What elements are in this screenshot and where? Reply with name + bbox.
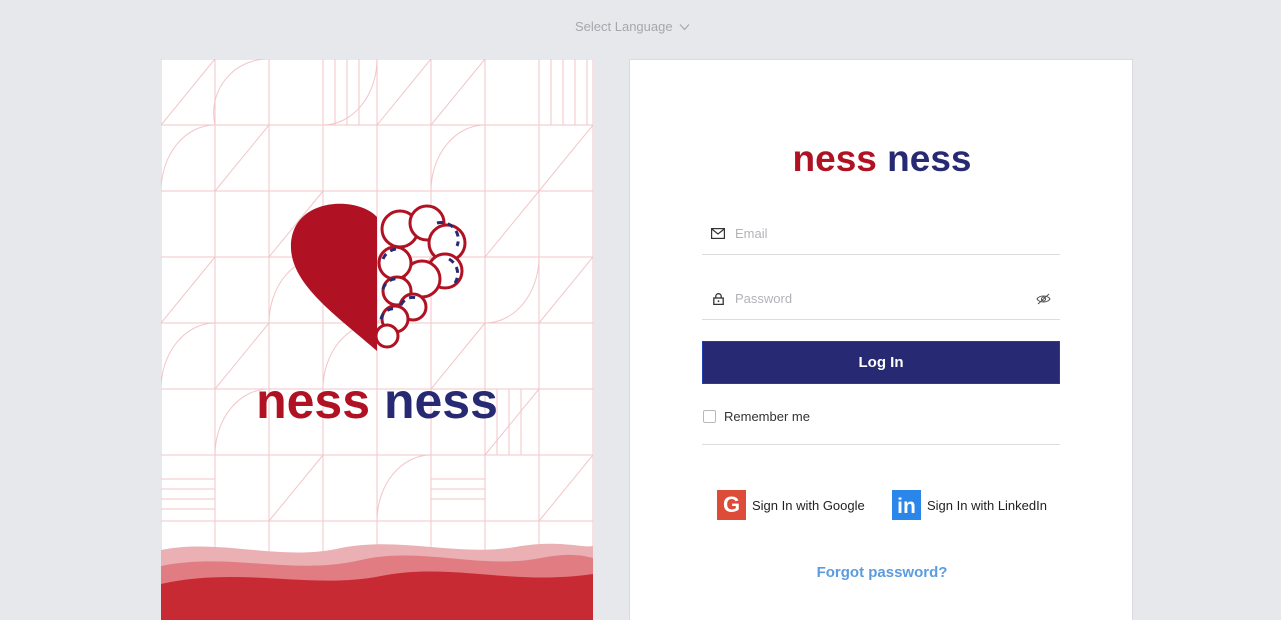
login-button[interactable]: Log In bbox=[702, 341, 1060, 384]
hero-brand-word-red: ness bbox=[256, 373, 371, 429]
chevron-down-icon bbox=[679, 23, 690, 30]
email-input[interactable] bbox=[735, 226, 1060, 241]
envelope-icon bbox=[710, 227, 726, 241]
decorative-waves bbox=[161, 543, 593, 620]
heart-brain-logo bbox=[290, 203, 467, 351]
remember-me-label: Remember me bbox=[724, 409, 810, 424]
eye-off-icon[interactable] bbox=[1036, 292, 1052, 306]
language-selector[interactable]: Select Language bbox=[575, 19, 690, 34]
remember-me[interactable]: Remember me bbox=[703, 409, 810, 424]
card-logo: ness ness bbox=[630, 138, 1134, 180]
remember-me-checkbox[interactable] bbox=[703, 410, 716, 423]
hero-brand-word-navy: ness bbox=[383, 373, 498, 429]
language-selector-label: Select Language bbox=[575, 19, 673, 34]
login-card: ness ness Log In Remember me G Sign In w… bbox=[629, 59, 1133, 620]
google-icon: G bbox=[717, 490, 746, 520]
linkedin-signin-label: Sign In with LinkedIn bbox=[927, 497, 1047, 513]
google-signin-label: Sign In with Google bbox=[752, 497, 865, 513]
linkedin-icon: in bbox=[892, 490, 921, 520]
forgot-password-link[interactable]: Forgot password? bbox=[630, 564, 1134, 581]
password-input[interactable] bbox=[735, 291, 1036, 306]
email-field bbox=[702, 213, 1060, 255]
hero-brand-wordmark: ness ness bbox=[161, 372, 593, 430]
password-field bbox=[702, 278, 1060, 320]
divider bbox=[702, 444, 1060, 445]
linkedin-signin-button[interactable]: in Sign In with LinkedIn bbox=[892, 490, 1047, 520]
hero-panel: ness ness bbox=[161, 59, 593, 620]
lock-icon bbox=[710, 292, 726, 306]
card-logo-word-navy: ness bbox=[887, 138, 972, 179]
card-logo-word-red: ness bbox=[792, 138, 877, 179]
google-signin-button[interactable]: G Sign In with Google bbox=[717, 490, 865, 520]
